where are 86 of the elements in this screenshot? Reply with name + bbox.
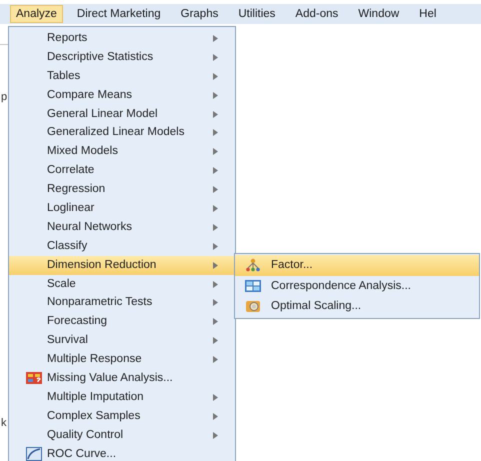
- menu-item-label: Multiple Response: [47, 352, 142, 368]
- menu-item[interactable]: Quality Control: [9, 426, 235, 445]
- menu-item[interactable]: Descriptive Statistics: [9, 48, 235, 67]
- submenu-arrow-icon: [213, 242, 218, 250]
- menu-bar-item[interactable]: Hel: [413, 5, 442, 23]
- submenu-arrow-icon: [213, 72, 218, 80]
- submenu-arrow-icon: [213, 432, 218, 439]
- menu-item-label: General Linear Model: [47, 106, 158, 122]
- menu-item-label: Forecasting: [47, 314, 108, 330]
- menu-item-label: Compare Means: [47, 88, 132, 103]
- submenu-arrow-icon: [213, 54, 218, 61]
- menu-item[interactable]: Compare Means: [9, 86, 235, 105]
- menu-item[interactable]: Loglinear: [9, 199, 235, 218]
- menu-item[interactable]: Dimension Reduction: [9, 256, 235, 275]
- menu-bar-item[interactable]: Add-ons: [289, 5, 344, 23]
- submenu-arrow-icon: [213, 110, 218, 118]
- submenu-arrow-icon: [213, 224, 218, 231]
- menu-item-label: Descriptive Statistics: [47, 50, 154, 65]
- menu-item-label: Regression: [47, 182, 106, 198]
- submenu-arrow-icon: [213, 148, 218, 156]
- menu-item-label: Classify: [47, 238, 88, 254]
- menu-item[interactable]: Mixed Models: [9, 142, 235, 162]
- menu-item-label: Optimal Scaling...: [271, 299, 362, 314]
- menu-item[interactable]: Survival: [9, 331, 235, 350]
- submenu-arrow-icon: [213, 412, 218, 420]
- scaling-icon: [245, 299, 261, 313]
- menu-item[interactable]: Complex Samples: [9, 406, 235, 426]
- menu-item-label: Factor...: [271, 258, 313, 273]
- menu-item-label: Mixed Models: [47, 144, 118, 160]
- background-text: k: [1, 418, 6, 429]
- submenu-arrow-icon: [213, 356, 218, 364]
- menu-item-label: Correlate: [47, 163, 94, 178]
- menu-item-label: Survival: [47, 333, 88, 348]
- menu-item-label: Neural Networks: [47, 220, 132, 235]
- menu-bar-item[interactable]: Utilities: [232, 5, 282, 23]
- menu-item[interactable]: Reports: [9, 29, 235, 48]
- menu-item[interactable]: Missing Value Analysis...: [9, 369, 235, 388]
- menu-bar-item[interactable]: Analyze: [10, 5, 63, 23]
- submenu-arrow-icon: [213, 394, 218, 401]
- menu-item-label: Tables: [47, 68, 80, 84]
- menu-item[interactable]: Forecasting: [9, 312, 235, 332]
- submenu-item[interactable]: Factor...: [235, 255, 479, 276]
- menu-item[interactable]: Generalized Linear Models: [9, 123, 235, 142]
- menu-item-label: Missing Value Analysis...: [47, 371, 173, 386]
- submenu-arrow-icon: [213, 262, 218, 269]
- menu-item-label: ROC Curve...: [47, 446, 116, 461]
- menu-item[interactable]: Nonparametric Tests: [9, 293, 235, 312]
- menu-item-label: Nonparametric Tests: [47, 295, 152, 310]
- menu-item[interactable]: Multiple Imputation: [9, 388, 235, 407]
- submenu-arrow-icon: [213, 299, 218, 306]
- menu-item-label: Scale: [47, 276, 76, 292]
- background-text: p: [1, 92, 8, 103]
- menu-item[interactable]: ROC Curve...: [9, 444, 235, 461]
- menu-item-label: Dimension Reduction: [47, 258, 156, 273]
- menu-bar-item[interactable]: Graphs: [174, 5, 224, 23]
- menu-item-label: Correspondence Analysis...: [271, 278, 411, 294]
- submenu-arrow-icon: [213, 129, 218, 136]
- menu-item[interactable]: Regression: [9, 180, 235, 200]
- menu-item-label: Multiple Imputation: [47, 390, 144, 405]
- menu-item[interactable]: Multiple Response: [9, 350, 235, 370]
- submenu-arrow-icon: [213, 167, 218, 174]
- submenu-arrow-icon: [213, 280, 218, 288]
- menu-item-label: Generalized Linear Models: [47, 125, 184, 140]
- submenu-arrow-icon: [213, 318, 218, 326]
- hierarchy-icon: [245, 258, 261, 272]
- menu-item[interactable]: Tables: [9, 66, 235, 86]
- menu-item[interactable]: Scale: [9, 274, 235, 294]
- table-grid-icon: [245, 278, 261, 292]
- submenu-arrow-icon: [213, 337, 218, 344]
- menu-item[interactable]: Correlate: [9, 161, 235, 180]
- menu-bar-item[interactable]: Window: [352, 5, 406, 23]
- submenu-arrow-icon: [213, 92, 218, 99]
- menu-item-label: Reports: [47, 31, 88, 46]
- submenu-arrow-icon: [213, 205, 218, 212]
- menu-item[interactable]: Neural Networks: [9, 218, 235, 237]
- submenu-item[interactable]: Optimal Scaling...: [235, 296, 479, 316]
- submenu-item[interactable]: Correspondence Analysis...: [235, 276, 479, 296]
- submenu-arrow-icon: [213, 35, 218, 42]
- menu-item-label: Complex Samples: [47, 408, 140, 424]
- menu-item[interactable]: Classify: [9, 236, 235, 256]
- menu-item-label: Quality Control: [47, 428, 124, 443]
- submenu-arrow-icon: [213, 186, 218, 194]
- missing-values-icon: [26, 371, 42, 386]
- menu-item-label: Loglinear: [47, 201, 94, 216]
- menu-bar-item[interactable]: Direct Marketing: [70, 5, 167, 23]
- menu-item[interactable]: General Linear Model: [9, 104, 235, 124]
